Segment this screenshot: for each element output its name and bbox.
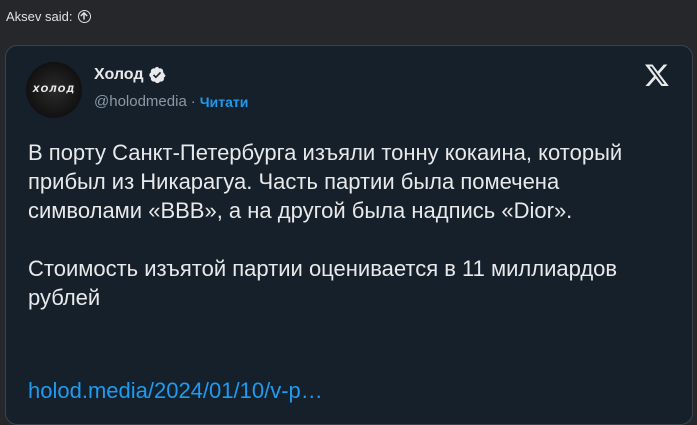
arrow-up-circle-icon[interactable] <box>78 9 92 23</box>
x-logo-icon[interactable] <box>644 62 670 88</box>
user-handle[interactable]: @holodmedia <box>94 93 187 110</box>
embedded-tweet-card[interactable]: ХОЛОД Холод @holodmedia · Читати В порту… <box>5 45 693 425</box>
follow-button[interactable]: Читати <box>200 94 249 110</box>
tweet-link[interactable]: holod.media/2024/01/10/v-p… <box>28 376 323 405</box>
quote-author-label: Aksev said: <box>6 8 73 24</box>
separator-dot: · <box>190 93 196 110</box>
avatar[interactable]: ХОЛОД <box>26 62 82 118</box>
display-name[interactable]: Холод <box>94 66 144 84</box>
avatar-logo-text: ХОЛОД <box>32 85 76 95</box>
handle-row: @holodmedia · Читати <box>94 93 248 110</box>
quote-header: Aksev said: <box>6 6 92 26</box>
tweet-author-row: Холод <box>94 66 166 84</box>
tweet-text: В порту Санкт-Петербурга изъяли тонну ко… <box>28 140 623 310</box>
verified-badge-icon <box>148 66 166 84</box>
